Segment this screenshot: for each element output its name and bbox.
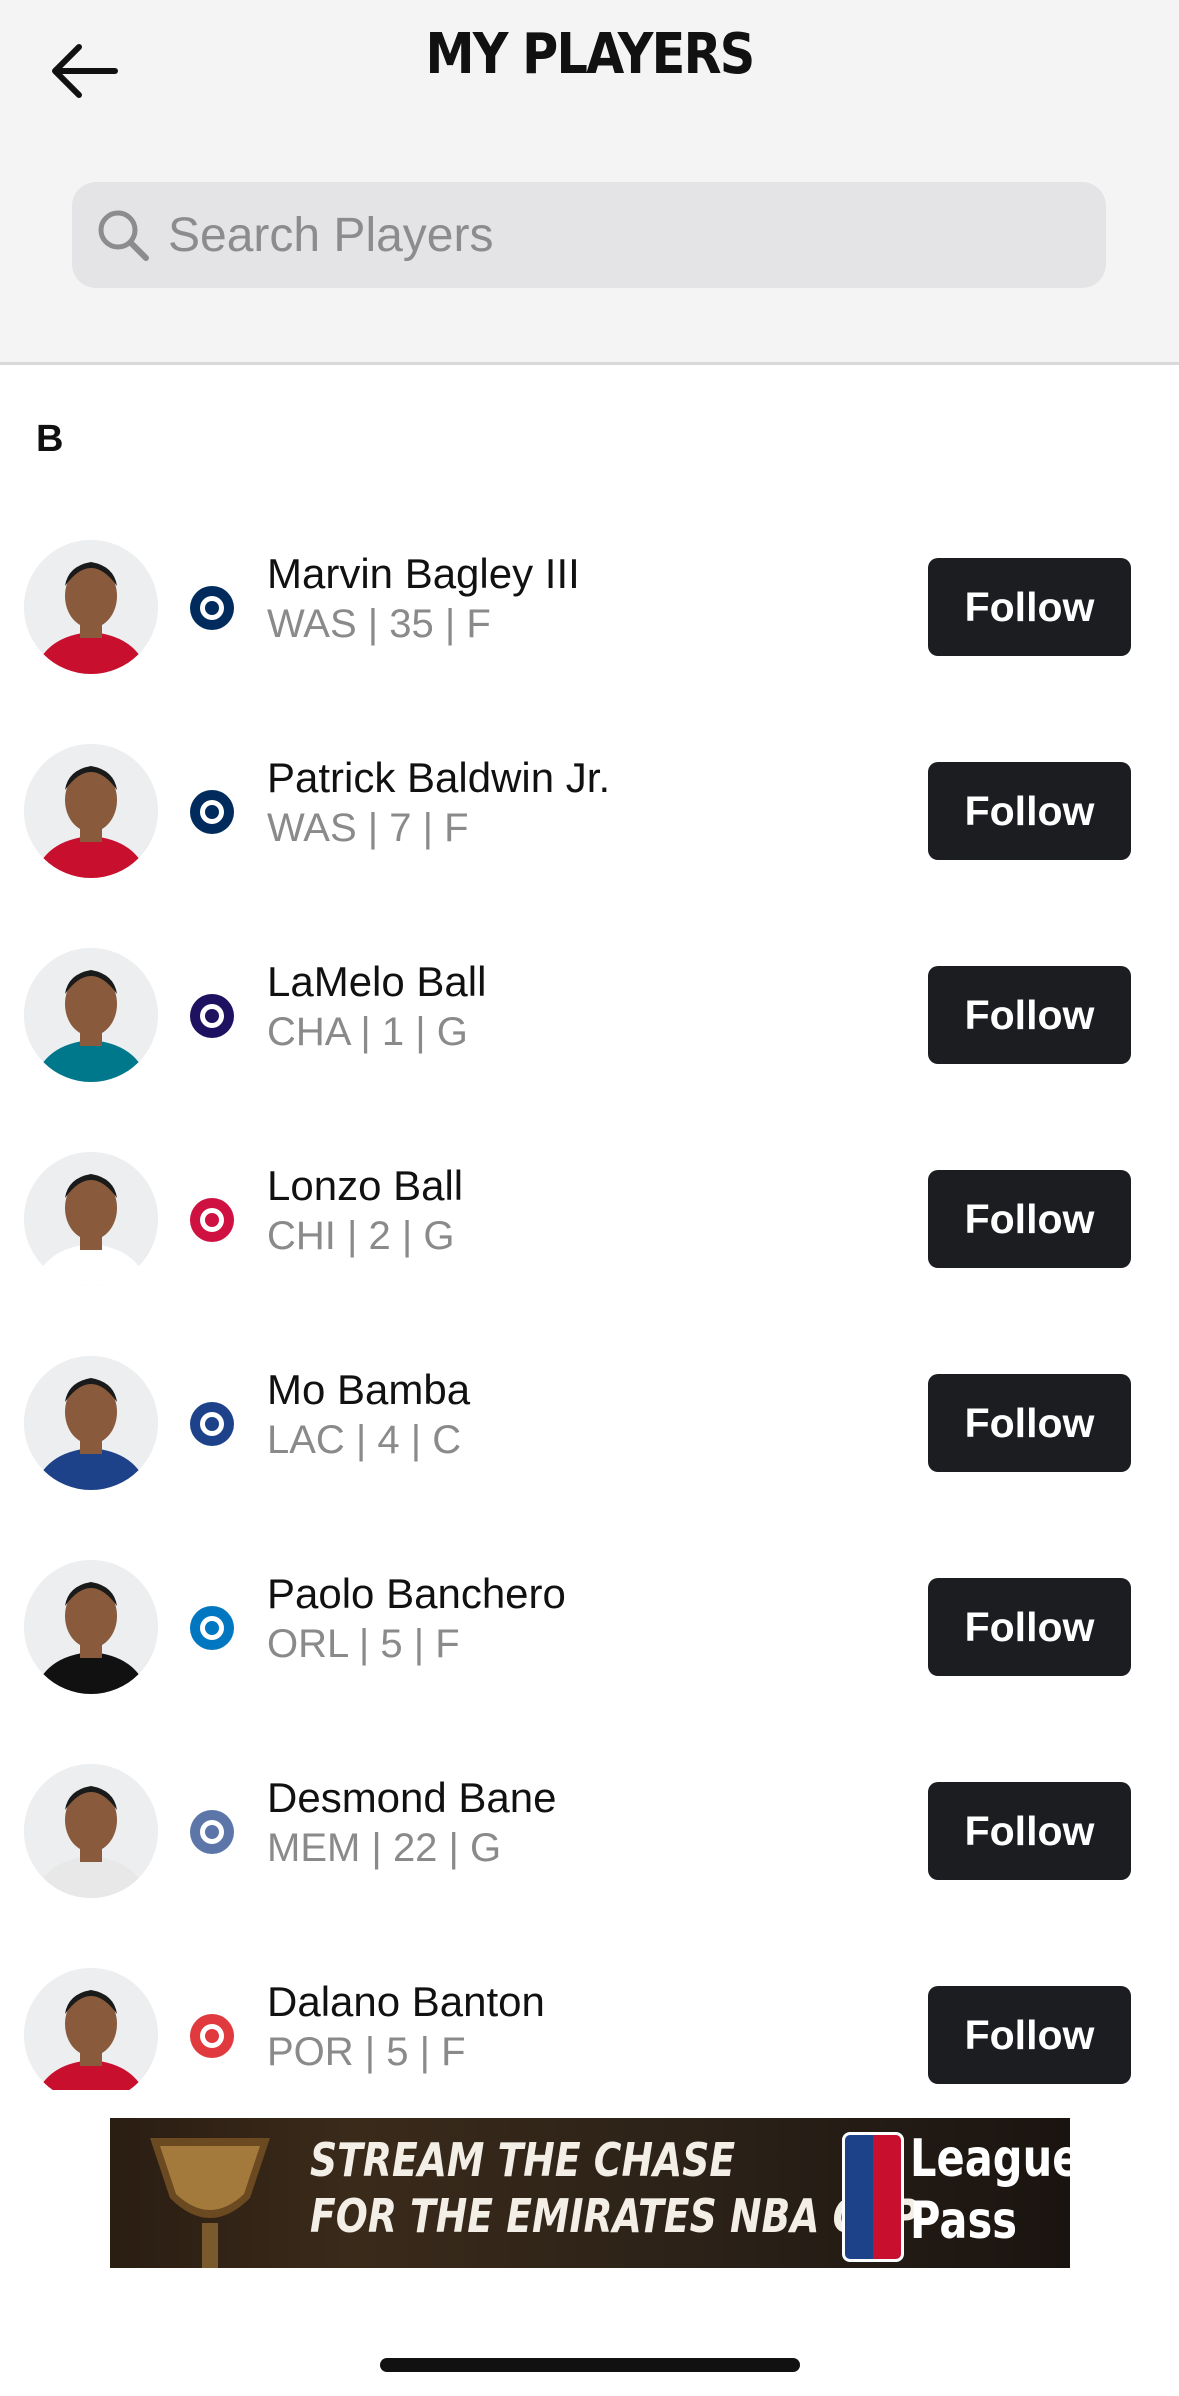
player-name: LaMelo Ball (267, 958, 487, 1005)
follow-button[interactable]: Follow (928, 1782, 1131, 1880)
team-logo-icon (190, 1402, 234, 1446)
player-avatar[interactable] (24, 1152, 158, 1286)
team-logo-icon (190, 1606, 234, 1650)
brand-line-2: Pass (910, 2191, 1017, 2251)
player-details: CHI | 2 | G (267, 1214, 455, 1258)
player-details: CHA | 1 | G (267, 1010, 468, 1054)
team-logo-icon (190, 790, 234, 834)
player-name: Lonzo Ball (267, 1162, 464, 1209)
player-row[interactable]: LaMelo Ball CHA | 1 | G Follow (0, 948, 1179, 1088)
team-logo-icon (190, 1198, 234, 1242)
nba-logo-icon (842, 2132, 904, 2262)
player-avatar[interactable] (24, 1560, 158, 1694)
player-details: WAS | 7 | F (267, 806, 469, 850)
player-avatar[interactable] (24, 540, 158, 674)
home-indicator[interactable] (380, 2358, 800, 2372)
team-logo-icon (190, 2014, 234, 2058)
follow-button[interactable]: Follow (928, 1986, 1131, 2084)
player-row[interactable]: Marvin Bagley III WAS | 35 | F Follow (0, 540, 1179, 680)
ad-banner[interactable]: STREAM THE CHASE FOR THE EMIRATES NBA CU… (110, 2118, 1070, 2268)
player-row[interactable]: Dalano Banton POR | 5 | F Follow (0, 1968, 1179, 2090)
team-logo-icon (190, 994, 234, 1038)
team-logo-icon (190, 1810, 234, 1854)
brand-line-1: League (910, 2129, 1070, 2189)
player-row[interactable]: Patrick Baldwin Jr. WAS | 7 | F Follow (0, 744, 1179, 884)
player-details: ORL | 5 | F (267, 1622, 460, 1666)
player-row[interactable]: Paolo Banchero ORL | 5 | F Follow (0, 1560, 1179, 1700)
follow-button[interactable]: Follow (928, 762, 1131, 860)
player-name: Mo Bamba (267, 1366, 471, 1413)
trophy-icon (150, 2138, 270, 2268)
follow-button[interactable]: Follow (928, 558, 1131, 656)
player-avatar[interactable] (24, 1764, 158, 1898)
section-header: B (36, 418, 64, 460)
follow-button[interactable]: Follow (928, 1170, 1131, 1268)
player-name: Marvin Bagley III (267, 550, 580, 597)
ad-headline: STREAM THE CHASE FOR THE EMIRATES NBA CU… (310, 2132, 919, 2244)
player-details: POR | 5 | F (267, 2030, 466, 2074)
player-row[interactable]: Mo Bamba LAC | 4 | C Follow (0, 1356, 1179, 1496)
follow-button[interactable]: Follow (928, 1374, 1131, 1472)
search-input[interactable] (166, 206, 1070, 264)
player-details: MEM | 22 | G (267, 1826, 502, 1870)
player-name: Desmond Bane (267, 1774, 557, 1821)
player-avatar[interactable] (24, 1968, 158, 2090)
follow-button[interactable]: Follow (928, 1578, 1131, 1676)
player-name: Patrick Baldwin Jr. (267, 754, 611, 801)
player-row[interactable]: Lonzo Ball CHI | 2 | G Follow (0, 1152, 1179, 1292)
player-row[interactable]: Desmond Bane MEM | 22 | G Follow (0, 1764, 1179, 1904)
player-avatar[interactable] (24, 1356, 158, 1490)
search-bar[interactable] (72, 182, 1106, 288)
player-avatar[interactable] (24, 744, 158, 878)
header: MY PLAYERS (0, 0, 1179, 365)
player-name: Paolo Banchero (267, 1570, 566, 1617)
league-pass-brand: League Pass (910, 2128, 1070, 2252)
player-name: Dalano Banton (267, 1978, 545, 2025)
player-details: LAC | 4 | C (267, 1418, 462, 1462)
player-avatar[interactable] (24, 948, 158, 1082)
team-logo-icon (190, 586, 234, 630)
search-icon (98, 210, 149, 261)
ad-line-2: FOR THE EMIRATES NBA CUP (310, 2189, 919, 2243)
follow-button[interactable]: Follow (928, 966, 1131, 1064)
player-list[interactable]: Marvin Bagley III WAS | 35 | F Follow Pa… (0, 540, 1179, 2090)
player-details: WAS | 35 | F (267, 602, 491, 646)
ad-line-1: STREAM THE CHASE (310, 2133, 736, 2187)
page-title: MY PLAYERS (425, 22, 755, 87)
